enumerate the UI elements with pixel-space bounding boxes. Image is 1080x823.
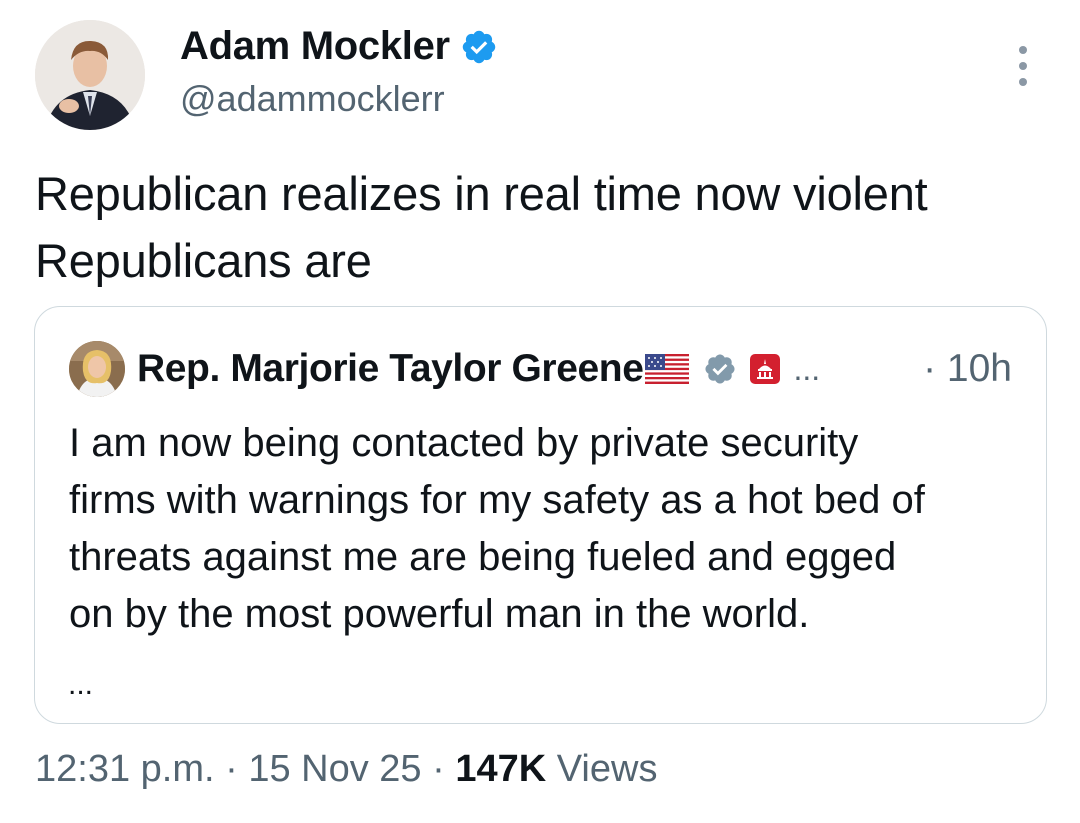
- quoted-tweet-time[interactable]: · 10h: [923, 345, 1012, 393]
- quoted-author-avatar[interactable]: [69, 341, 125, 397]
- views-count[interactable]: 147K: [455, 748, 546, 790]
- quoted-tweet-show-more[interactable]: ...: [68, 668, 93, 702]
- author-handle[interactable]: @adammocklerr: [180, 78, 445, 120]
- tweet: Adam Mockler @adammocklerr Republican re…: [0, 0, 1080, 823]
- author-name-text: Adam Mockler: [180, 24, 450, 68]
- quoted-tweet-text: I am now being contacted by private secu…: [69, 421, 925, 636]
- author-name[interactable]: Adam Mockler: [180, 24, 498, 69]
- views-label: Views: [546, 748, 658, 790]
- tweet-text: Republican realizes in real time now vio…: [35, 167, 928, 287]
- meta-separator: ·: [421, 748, 456, 790]
- tweet-time[interactable]: 12:31 p.m.: [35, 748, 215, 790]
- quoted-tweet-header: Rep. Marjorie Taylor Greene ... · 10h: [137, 345, 1012, 393]
- author-avatar[interactable]: [35, 20, 145, 130]
- meta-separator: ·: [214, 748, 249, 790]
- tweet-metadata: 12:31 p.m. · 15 Nov 25 · 147K Views: [35, 748, 657, 791]
- more-options-icon[interactable]: [1008, 44, 1038, 88]
- quoted-header-ellipsis: ...: [793, 351, 821, 387]
- quoted-author-name[interactable]: Rep. Marjorie Taylor Greene: [137, 345, 644, 393]
- gray-verified-badge-icon: [705, 354, 736, 384]
- us-flag-icon: [645, 354, 690, 384]
- verified-badge-icon: [462, 30, 496, 63]
- tweet-date[interactable]: 15 Nov 25: [248, 748, 421, 790]
- us-house-icon: [750, 354, 781, 384]
- quoted-tweet-card[interactable]: Rep. Marjorie Taylor Greene ... · 10h I …: [34, 306, 1047, 724]
